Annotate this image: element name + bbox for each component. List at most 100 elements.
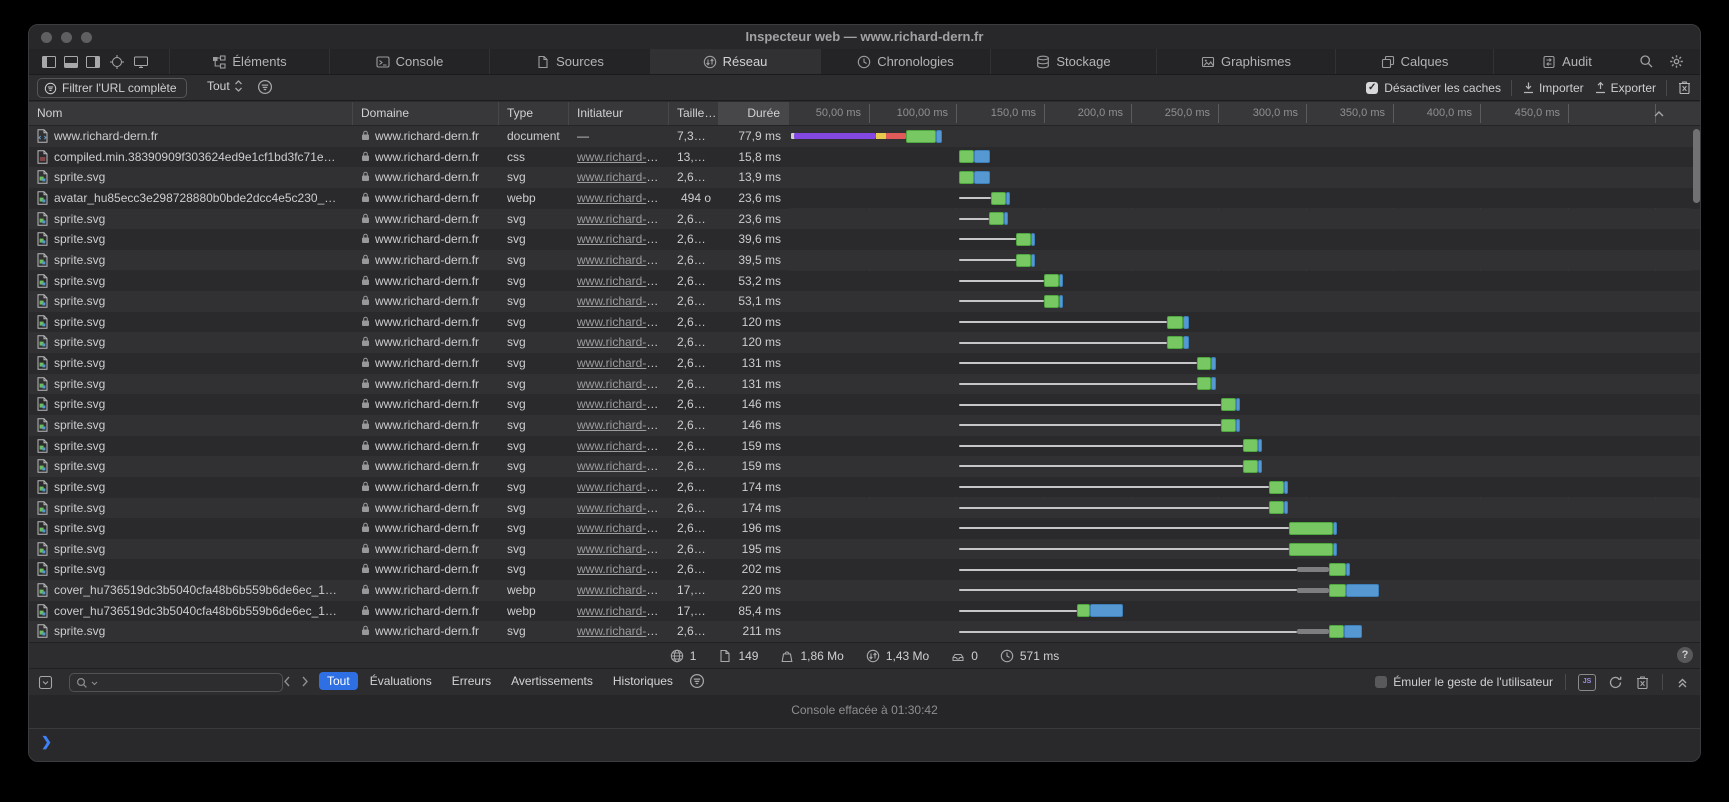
emulate-user-gesture-checkbox[interactable]: Émuler le geste de l'utilisateur bbox=[1375, 675, 1553, 689]
table-row[interactable]: sprite.svg www.richard-dern.fr svg www.r… bbox=[29, 312, 1700, 333]
initiator-link[interactable]: www.richard-d… bbox=[577, 542, 665, 556]
console-prompt[interactable]: ❯ bbox=[29, 729, 1700, 762]
initiator-link[interactable]: www.richard-d… bbox=[577, 624, 665, 638]
table-row[interactable]: sprite.svg www.richard-dern.fr svg www.r… bbox=[29, 477, 1700, 498]
table-row[interactable]: sprite.svg www.richard-dern.fr svg www.r… bbox=[29, 332, 1700, 353]
tab-sources[interactable]: Sources bbox=[489, 49, 650, 74]
initiator-link[interactable]: www.richard-d… bbox=[577, 253, 665, 267]
console-toggle-icon[interactable] bbox=[38, 675, 53, 690]
initiator-link[interactable]: www.richard-d… bbox=[577, 439, 665, 453]
console-filter-icon[interactable] bbox=[689, 673, 705, 689]
initiator-link[interactable]: www.richard-d… bbox=[577, 294, 665, 308]
table-row[interactable]: sprite.svg www.richard-dern.fr svg www.r… bbox=[29, 374, 1700, 395]
initiator-link[interactable]: www.richard-d… bbox=[577, 315, 665, 329]
initiator-link[interactable]: www.richard-d… bbox=[577, 418, 665, 432]
scrollbar-thumb[interactable] bbox=[1693, 129, 1700, 203]
next-result-button[interactable] bbox=[299, 674, 311, 689]
console-scope-evaluations[interactable]: Évaluations bbox=[362, 672, 440, 690]
status-upload-count: 0 bbox=[951, 649, 978, 663]
help-button[interactable]: ? bbox=[1677, 647, 1693, 663]
clear-network-items-icon[interactable] bbox=[1677, 80, 1692, 95]
table-row[interactable]: sprite.svg www.richard-dern.fr svg www.r… bbox=[29, 539, 1700, 560]
clear-console-icon[interactable] bbox=[1635, 675, 1650, 690]
initiator-link[interactable]: www.richard-d… bbox=[577, 521, 665, 535]
initiator-link[interactable]: www.richard-d… bbox=[577, 604, 665, 618]
double-chevron-up-icon[interactable] bbox=[1675, 675, 1690, 690]
table-row[interactable]: www.richard-dern.fr www.richard-dern.fr … bbox=[29, 126, 1700, 147]
table-row[interactable]: sprite.svg www.richard-dern.fr svg www.r… bbox=[29, 291, 1700, 312]
table-row[interactable]: sprite.svg www.richard-dern.fr svg www.r… bbox=[29, 415, 1700, 436]
initiator-link[interactable]: www.richard-d… bbox=[577, 583, 665, 597]
table-row[interactable]: sprite.svg www.richard-dern.fr svg www.r… bbox=[29, 456, 1700, 477]
table-row[interactable]: sprite.svg www.richard-dern.fr svg www.r… bbox=[29, 621, 1700, 642]
console-search-input[interactable] bbox=[69, 673, 283, 692]
disable-caches-checkbox[interactable]: ✓ Désactiver les caches bbox=[1366, 81, 1501, 95]
initiator-link[interactable]: www.richard-d… bbox=[577, 170, 665, 184]
initiator-link[interactable]: www.richard-d… bbox=[577, 480, 665, 494]
scrollbar[interactable] bbox=[1692, 126, 1701, 642]
tab-elements[interactable]: Éléments bbox=[169, 49, 329, 74]
inspect-element-icon[interactable] bbox=[109, 54, 125, 70]
table-row[interactable]: sprite.svg www.richard-dern.fr svg www.r… bbox=[29, 498, 1700, 519]
dock-left-icon[interactable] bbox=[41, 54, 57, 70]
table-row[interactable]: sprite.svg www.richard-dern.fr svg www.r… bbox=[29, 559, 1700, 580]
initiator-link[interactable]: www.richard-d… bbox=[577, 212, 665, 226]
chevron-up-icon[interactable] bbox=[1652, 107, 1666, 121]
column-header-nom[interactable]: Nom bbox=[29, 102, 353, 125]
filter-options-icon[interactable] bbox=[257, 79, 273, 95]
initiator-link[interactable]: www.richard-d… bbox=[577, 459, 665, 473]
dock-right-icon[interactable] bbox=[85, 54, 101, 70]
table-row[interactable]: cover_hu736519dc3b5040cfa48b6b559b6de6ec… bbox=[29, 580, 1700, 601]
initiator-link[interactable]: www.richard-d… bbox=[577, 191, 665, 205]
search-icon[interactable] bbox=[1639, 54, 1654, 69]
lock-icon bbox=[361, 151, 370, 162]
resource-type-dropdown[interactable]: Tout bbox=[207, 79, 243, 93]
reload-icon[interactable] bbox=[1608, 675, 1623, 690]
initiator-link[interactable]: www.richard-d… bbox=[577, 397, 665, 411]
tab-chronologies[interactable]: Chronologies bbox=[820, 49, 990, 74]
console-scope-tout[interactable]: Tout bbox=[319, 672, 358, 690]
initiator-link[interactable]: www.richard-d… bbox=[577, 562, 665, 576]
tab-graphismes[interactable]: Graphismes bbox=[1156, 49, 1335, 74]
table-row[interactable]: sprite.svg www.richard-dern.fr svg www.r… bbox=[29, 271, 1700, 292]
console-scope-erreurs[interactable]: Erreurs bbox=[444, 672, 499, 690]
table-row[interactable]: sprite.svg www.richard-dern.fr svg www.r… bbox=[29, 436, 1700, 457]
table-row[interactable]: sprite.svg www.richard-dern.fr svg www.r… bbox=[29, 167, 1700, 188]
tab-audit[interactable]: Audit bbox=[1493, 49, 1640, 74]
initiator-link[interactable]: www.richard-d… bbox=[577, 150, 665, 164]
dock-bottom-icon[interactable] bbox=[63, 54, 79, 70]
filter-url-button[interactable]: Filtrer l'URL complète bbox=[37, 78, 187, 98]
table-row[interactable]: avatar_hu85ecc3e298728880b0bde2dcc4e5c23… bbox=[29, 188, 1700, 209]
import-button[interactable]: Importer bbox=[1522, 81, 1584, 95]
tab-reseau[interactable]: Réseau bbox=[650, 49, 820, 74]
initiator-link[interactable]: www.richard-d… bbox=[577, 274, 665, 288]
initiator-link[interactable]: www.richard-d… bbox=[577, 356, 665, 370]
tab-stockage[interactable]: Stockage bbox=[990, 49, 1156, 74]
initiator-link[interactable]: www.richard-d… bbox=[577, 335, 665, 349]
previous-result-button[interactable] bbox=[281, 674, 293, 689]
table-row[interactable]: sprite.svg www.richard-dern.fr svg www.r… bbox=[29, 250, 1700, 271]
tab-console[interactable]: Console bbox=[329, 49, 489, 74]
initiator-link[interactable]: www.richard-d… bbox=[577, 377, 665, 391]
column-header-initiateur[interactable]: Initiateur bbox=[569, 102, 669, 125]
device-icon[interactable] bbox=[133, 54, 149, 70]
initiator-link[interactable]: www.richard-d… bbox=[577, 501, 665, 515]
table-row[interactable]: compiled.min.38390909f303624ed9e1cf1bd3f… bbox=[29, 147, 1700, 168]
tab-calques[interactable]: Calques bbox=[1335, 49, 1493, 74]
table-row[interactable]: cover_hu736519dc3b5040cfa48b6b559b6de6ec… bbox=[29, 601, 1700, 622]
initiator-link[interactable]: www.richard-d… bbox=[577, 232, 665, 246]
table-row[interactable]: sprite.svg www.richard-dern.fr svg www.r… bbox=[29, 394, 1700, 415]
table-row[interactable]: sprite.svg www.richard-dern.fr svg www.r… bbox=[29, 209, 1700, 230]
js-context-icon[interactable]: JS bbox=[1578, 674, 1596, 691]
column-header-taille[interactable]: Taille… bbox=[669, 102, 719, 125]
console-scope-historiques[interactable]: Historiques bbox=[605, 672, 681, 690]
console-scope-avertissements[interactable]: Avertissements bbox=[503, 672, 601, 690]
gear-icon[interactable] bbox=[1669, 54, 1684, 69]
export-button[interactable]: Exporter bbox=[1594, 81, 1656, 95]
column-header-domaine[interactable]: Domaine bbox=[353, 102, 499, 125]
table-row[interactable]: sprite.svg www.richard-dern.fr svg www.r… bbox=[29, 229, 1700, 250]
table-row[interactable]: sprite.svg www.richard-dern.fr svg www.r… bbox=[29, 353, 1700, 374]
table-row[interactable]: sprite.svg www.richard-dern.fr svg www.r… bbox=[29, 518, 1700, 539]
lock-icon bbox=[361, 584, 370, 595]
column-header-type[interactable]: Type bbox=[499, 102, 569, 125]
